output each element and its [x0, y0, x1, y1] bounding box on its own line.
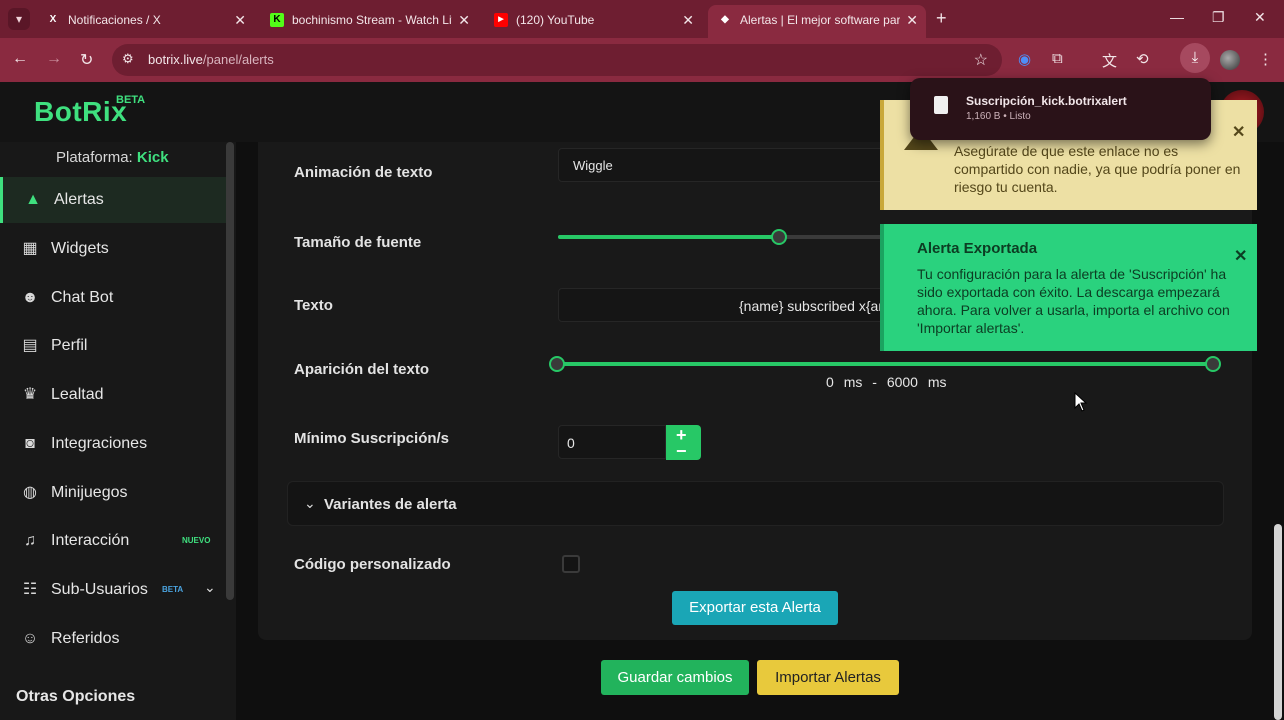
sidebar-item-chat-bot[interactable]: ☻ Chat Bot: [0, 275, 226, 321]
warning-icon: ▲: [25, 191, 41, 208]
tab-search-button[interactable]: ▾: [8, 8, 30, 30]
puzzle-extensions-icon[interactable]: ⧉: [1052, 50, 1063, 67]
botrix-logo[interactable]: BotRix: [34, 96, 127, 128]
menu-kebab-icon[interactable]: ⋮: [1258, 50, 1273, 68]
gamepad-icon: ◍: [23, 484, 37, 501]
address-bar[interactable]: ⚙ botrix.live/panel/alerts ☆: [112, 44, 1002, 76]
close-tab-icon[interactable]: ✕: [234, 5, 246, 35]
extension-blue-icon[interactable]: ◉: [1018, 50, 1031, 68]
history-icon[interactable]: ⟲: [1136, 50, 1149, 68]
chevron-down-icon[interactable]: ⌄: [204, 579, 216, 596]
new-badge: NUEVO: [182, 536, 211, 545]
sidebar-scrollbar[interactable]: [226, 142, 234, 600]
tab-bochinismo[interactable]: K bochinismo Stream - Watch Live ✕: [260, 5, 478, 35]
alert-variants-accordion[interactable]: ⌄ Variantes de alerta: [287, 481, 1224, 526]
close-icon[interactable]: ✕: [1234, 246, 1247, 266]
mouse-cursor-icon: [1074, 392, 1088, 412]
beta-badge: BETA: [162, 585, 184, 594]
min-subs-input[interactable]: 0: [558, 425, 666, 459]
chevron-down-icon: ⌄: [304, 495, 316, 511]
sidebar-item-interaccion[interactable]: ♫ Interacción NUEVO: [0, 518, 226, 564]
appearance-range-readout: 0 ms - 6000 ms: [826, 374, 947, 390]
text-template-input[interactable]: {name} subscribed x{amount}: [558, 288, 888, 322]
kick-logo-icon: K: [270, 13, 284, 27]
sidebar-item-widgets[interactable]: ▦ Widgets: [0, 226, 226, 272]
sidebar-item-lealtad[interactable]: ♛ Lealtad: [0, 372, 226, 418]
people-icon: ☺: [21, 630, 39, 647]
discord-icon: ◙: [25, 435, 35, 452]
custom-code-checkbox[interactable]: [562, 555, 580, 573]
site-settings-icon[interactable]: ⚙: [122, 51, 134, 67]
close-tab-icon[interactable]: ✕: [682, 5, 694, 35]
main-scrollbar[interactable]: [1274, 524, 1282, 720]
label-text: Texto: [294, 297, 333, 314]
file-icon: [934, 96, 948, 114]
close-tab-icon[interactable]: ✕: [458, 5, 470, 35]
browser-tab-bar: ▾ X Notificaciones / X ✕ K bochinismo St…: [0, 0, 1284, 38]
robot-icon: ☻: [21, 289, 39, 306]
users-icon: ☷: [22, 581, 38, 598]
appearance-max-handle[interactable]: [1205, 356, 1221, 372]
label-min-subs: Mínimo Suscripción/s: [294, 430, 450, 447]
close-tab-icon[interactable]: ✕: [906, 5, 918, 35]
translate-icon[interactable]: 文: [1102, 50, 1117, 71]
label-font-size: Tamaño de fuente: [294, 234, 422, 251]
new-tab-icon[interactable]: +: [936, 8, 947, 29]
sidebar: Plataforma: Kick ▲ Alertas ▦ Widgets ☻ C…: [0, 142, 236, 720]
label-text-animation: Animación de texto: [294, 164, 433, 181]
url-text: botrix.live/panel/alerts: [148, 52, 274, 67]
tab-alertas[interactable]: ◆ Alertas | El mejor software para ✕: [708, 5, 926, 38]
label-text-appearance: Aparición del texto: [294, 361, 430, 378]
x-logo-icon: X: [49, 14, 57, 25]
close-window-icon[interactable]: ✕: [1254, 9, 1266, 26]
sidebar-item-perfil[interactable]: ▤ Perfil: [0, 323, 226, 369]
youtube-logo-icon: ▶: [494, 13, 508, 27]
browser-toolbar: ← → ↻ ⚙ botrix.live/panel/alerts ☆ ◉ ⧉ 文…: [0, 38, 1284, 82]
decrement-icon[interactable]: −: [676, 442, 687, 460]
trophy-icon: ♛: [22, 386, 38, 403]
appearance-range-track[interactable]: [558, 362, 1214, 366]
tab-notificaciones[interactable]: X Notificaciones / X ✕: [36, 5, 254, 35]
close-icon[interactable]: ✕: [1232, 122, 1245, 142]
tab-youtube[interactable]: ▶ (120) YouTube ✕: [484, 5, 702, 35]
maximize-icon[interactable]: ❐: [1212, 9, 1225, 26]
music-icon: ♫: [24, 532, 36, 549]
platform-indicator: Plataforma: Kick: [56, 149, 169, 166]
text-animation-select[interactable]: Wiggle: [558, 148, 888, 182]
grid-icon: ▦: [22, 240, 38, 257]
label-custom-code: Código personalizado: [294, 556, 451, 573]
success-toast: Alerta Exportada Tu configuración para l…: [880, 224, 1257, 351]
save-changes-button[interactable]: Guardar cambios: [601, 660, 749, 695]
reload-icon[interactable]: ↻: [80, 50, 93, 70]
sidebar-item-referidos[interactable]: ☺ Referidos: [0, 616, 226, 662]
font-size-fill: [558, 235, 780, 239]
beta-badge: BETA: [116, 94, 146, 106]
download-icon[interactable]: ⤓: [1180, 43, 1210, 73]
bookmark-star-icon[interactable]: ☆: [974, 50, 988, 70]
section-title-otras-opciones: Otras Opciones: [16, 688, 136, 705]
sidebar-item-integraciones[interactable]: ◙ Integraciones: [0, 421, 226, 467]
botrix-logo-icon: ◆: [721, 14, 729, 25]
quantity-stepper[interactable]: + −: [666, 425, 701, 460]
font-size-slider-handle[interactable]: [771, 229, 788, 245]
export-alert-button[interactable]: Exportar esta Alerta: [672, 591, 838, 625]
profile-avatar[interactable]: [1220, 50, 1240, 70]
id-card-icon: ▤: [22, 337, 38, 354]
download-bubble[interactable]: Suscripción_kick.botrixalert 1,160 B • L…: [910, 78, 1211, 140]
forward-arrow-icon[interactable]: →: [46, 50, 62, 68]
minimize-icon[interactable]: —: [1170, 9, 1184, 25]
sidebar-item-sub-usuarios[interactable]: ☷ Sub-Usuarios BETA ⌄: [0, 567, 226, 613]
import-alerts-button[interactable]: Importar Alertas: [757, 660, 899, 695]
sidebar-item-alertas[interactable]: ▲ Alertas: [0, 177, 226, 223]
sidebar-item-minijuegos[interactable]: ◍ Minijuegos: [0, 470, 226, 516]
appearance-min-handle[interactable]: [549, 356, 565, 372]
back-arrow-icon[interactable]: ←: [12, 50, 28, 68]
